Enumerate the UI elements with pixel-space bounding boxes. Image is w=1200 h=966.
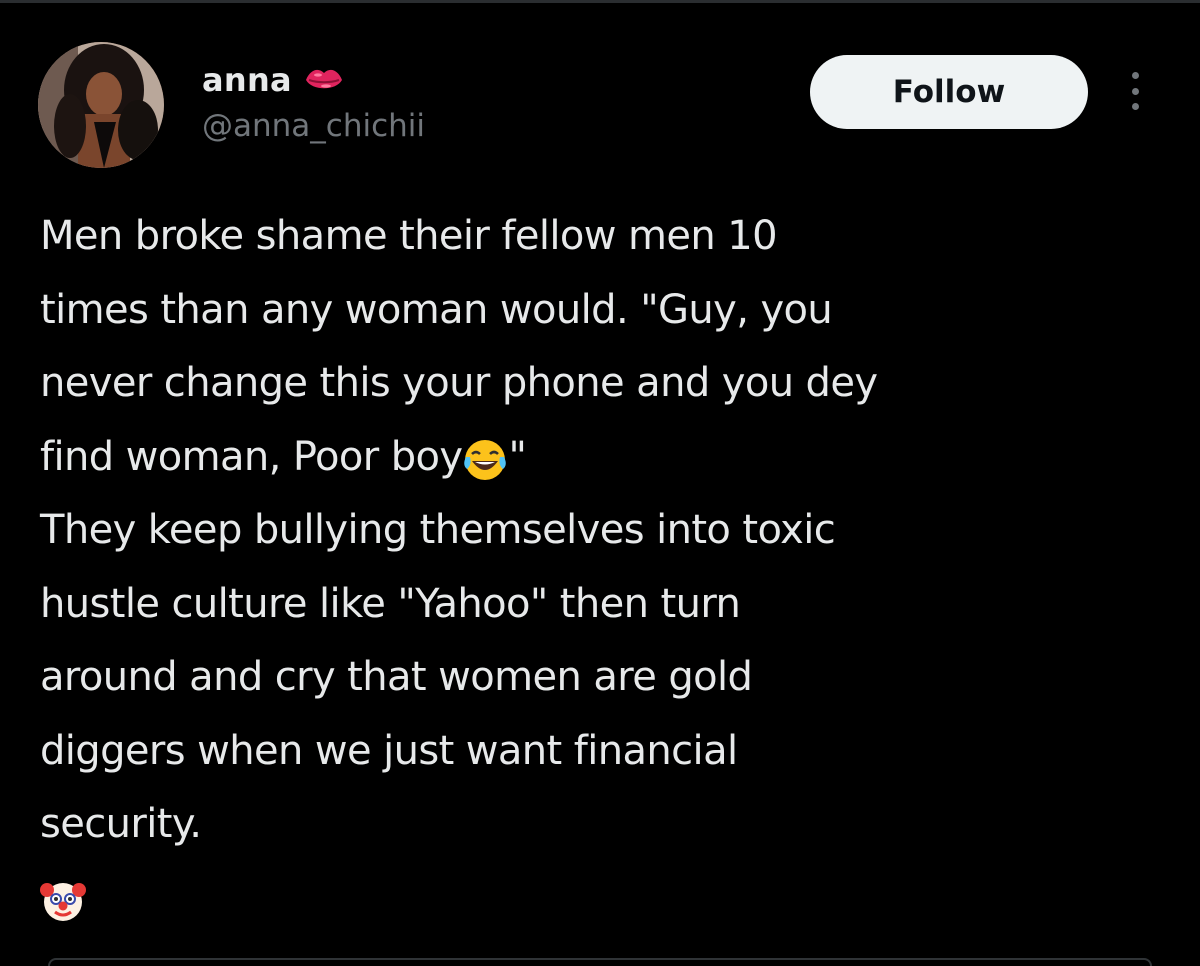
tweet-line: They keep bullying themselves into toxic	[40, 507, 836, 553]
avatar[interactable]	[38, 42, 164, 168]
profile-photo-icon	[38, 42, 164, 168]
tweet-line	[40, 862, 1160, 936]
more-options-icon[interactable]	[1120, 66, 1150, 116]
tweet-line: Men broke shame their fellow men 10	[40, 213, 778, 259]
tweet-line: find woman, Poor boy "	[40, 421, 1160, 495]
tweet-line: never change this your phone and you dey	[40, 360, 878, 406]
tweet-line: security.	[40, 801, 202, 847]
tweet-text: Men broke shame their fellow men 10 time…	[40, 200, 1160, 935]
tweet-screenshot: anna @anna_chichii Follow Men broke sham…	[0, 0, 1200, 966]
laughing-tears-emoji-icon	[462, 434, 508, 481]
user-handle[interactable]: @anna_chichii	[202, 108, 425, 144]
tweet-line: times than any woman would. "Guy, you	[40, 286, 833, 333]
display-name-row: anna	[202, 58, 425, 102]
dot	[1131, 72, 1139, 79]
tweet-line: around and cry that women are gold	[40, 654, 753, 700]
dot	[1131, 87, 1139, 95]
clown-face-emoji-icon	[40, 875, 86, 922]
tweet-line-end: "	[508, 433, 527, 480]
tweet-line-text: find woman, Poor boy	[40, 433, 463, 480]
quoted-card-edge	[48, 958, 1152, 966]
author-info: anna @anna_chichii	[202, 58, 425, 144]
tweet-line: hustle culture like "Yahoo" then turn	[40, 580, 741, 627]
top-divider	[0, 0, 1200, 3]
lips-icon	[304, 64, 344, 96]
tweet-line: diggers when we just want financial	[40, 727, 738, 774]
follow-button[interactable]: Follow	[810, 55, 1088, 129]
dot	[1131, 103, 1139, 110]
display-name[interactable]: anna	[202, 61, 292, 99]
